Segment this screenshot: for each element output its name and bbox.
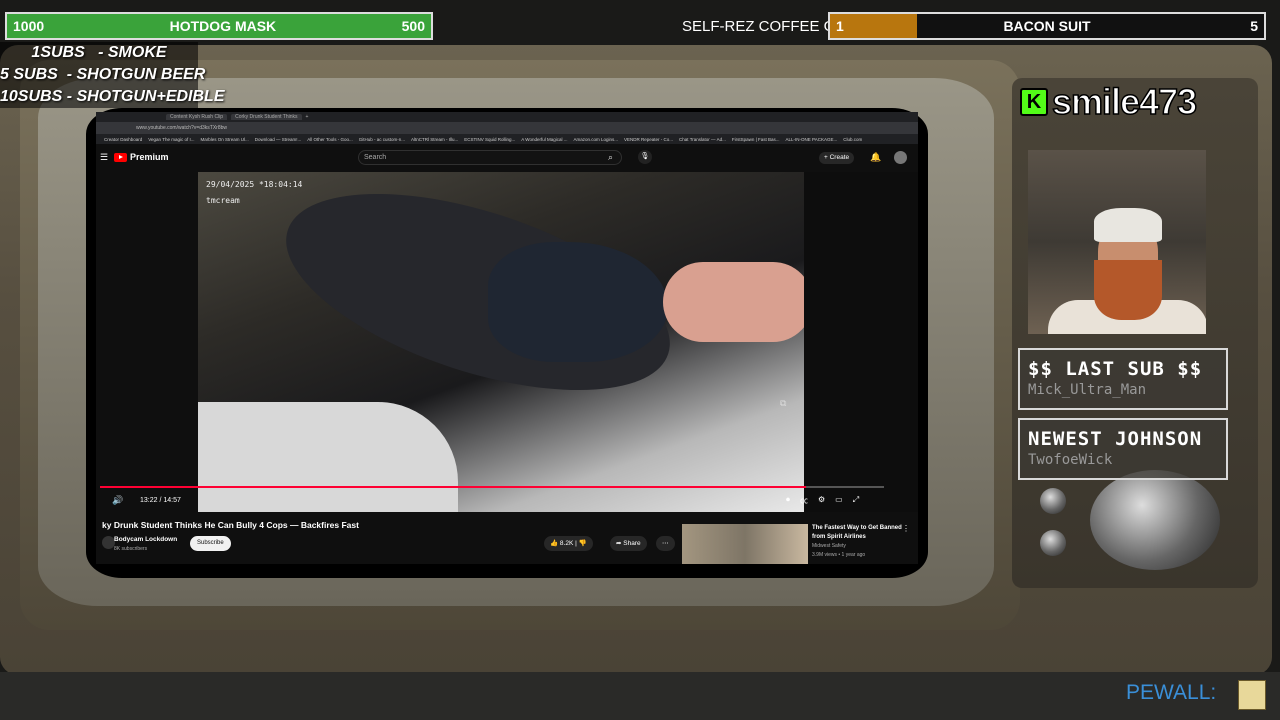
- channel-name[interactable]: Bodycam Lockdown: [114, 536, 177, 543]
- webcam-feed: [1028, 150, 1206, 334]
- goal-bar-hotdog-mask: 1000 HOTDOG MASK 500: [5, 12, 433, 40]
- tv-knob-small-2: [1040, 530, 1066, 556]
- share-button[interactable]: ➦ Share: [610, 536, 647, 551]
- bookmark-item[interactable]: Vegan The magic of I...: [148, 137, 194, 142]
- newest-johnson-name: TwofoeWick: [1028, 452, 1113, 468]
- bookmark-item[interactable]: All Other Tools - Goo...: [307, 137, 352, 142]
- goal-start: 1000: [13, 18, 45, 34]
- like-count: 8.2K: [559, 540, 574, 547]
- video-username: tmcream: [206, 196, 240, 205]
- goal-title: BACON SUIT: [1003, 18, 1091, 34]
- share-label: Share: [623, 540, 641, 547]
- paywall-label: PEWALL:: [1126, 681, 1217, 704]
- recommended-channel: Midwest Safety: [812, 543, 846, 549]
- paywall-image: [1238, 680, 1266, 710]
- fullscreen-icon[interactable]: ⤢: [853, 495, 859, 506]
- video-controls: 🔊 13:22 / 14:57 ⏺ ㏄ ⚙ ▭ ⤢: [96, 490, 918, 512]
- account-avatar[interactable]: [894, 151, 907, 164]
- settings-gear-icon[interactable]: ⚙: [818, 495, 825, 506]
- browser-window: Content Kysh Rush Clip Corky Drunk Stude…: [96, 112, 918, 564]
- create-button[interactable]: + Create: [819, 152, 855, 164]
- autoplay-toggle-icon[interactable]: ⏺: [786, 495, 790, 506]
- video-time: 13:22 / 14:57: [140, 497, 181, 504]
- mic-icon[interactable]: 🎙: [638, 150, 652, 164]
- sub-rule-5: 5 SUBS - SHOTGUN BEER: [0, 66, 206, 83]
- youtube-play-icon: [114, 152, 127, 162]
- recommended-views: 3.9M views • 1 year ago: [812, 552, 866, 558]
- ticker-text: SELF-REZ COFFEE GIVEAWAY: [682, 18, 828, 35]
- bottom-bar: [0, 672, 1280, 720]
- more-actions-button[interactable]: ⋯: [656, 536, 675, 551]
- video-timestamp: 29/04/2025 *18:04:14: [206, 180, 303, 189]
- streamer-name: smile473: [1051, 80, 1198, 123]
- newest-johnson-title: NEWEST JOHNSON: [1028, 428, 1203, 450]
- bookmarks-bar: Creator Dashboard Vegan The magic of I...…: [96, 134, 918, 144]
- last-sub-box: $$ LAST SUB $$ Mick_Ultra_Man: [1018, 348, 1228, 410]
- sub-rule-1: 1SUBS - SMOKE: [31, 44, 167, 61]
- video-progress-fill: [100, 486, 806, 488]
- goal-end: 500: [401, 18, 425, 34]
- captions-icon[interactable]: ㏄: [800, 495, 808, 506]
- bookmark-item[interactable]: Download — Stream!...: [255, 137, 302, 142]
- channel-subscriber-count: 8K subscribers: [114, 546, 148, 552]
- miniplayer-icon[interactable]: ⧉: [780, 398, 786, 409]
- address-bar[interactable]: www.youtube.com/watch?v=d3ksTXr8bw: [96, 122, 918, 134]
- video-player[interactable]: 29/04/2025 *18:04:14 tmcream ⧉: [198, 172, 804, 512]
- recommended-title[interactable]: The Fastest Way to Get Banned from Spiri…: [812, 524, 904, 542]
- menu-icon[interactable]: ☰: [100, 152, 108, 163]
- subscribe-button[interactable]: Subscribe: [190, 536, 231, 551]
- bookmark-item[interactable]: A Wonderful Magical ...: [521, 137, 567, 142]
- goal-title: HOTDOG MASK: [169, 18, 277, 34]
- bookmark-item[interactable]: Amazon.com Logins...: [573, 137, 618, 142]
- last-sub-title: $$ LAST SUB $$: [1028, 358, 1203, 380]
- youtube-logo-text: Premium: [130, 152, 169, 162]
- tv-knob-small: [1040, 488, 1066, 514]
- create-label: Create: [829, 154, 850, 161]
- bookmark-item[interactable]: Creator Dashboard: [104, 137, 142, 142]
- new-tab-button[interactable]: +: [306, 114, 309, 120]
- sidebar-background: [804, 172, 918, 512]
- bookmark-item[interactable]: GitHub - ac custom-n...: [359, 137, 405, 142]
- kick-logo-icon: K: [1020, 88, 1048, 116]
- sub-rule-10: 10SUBS - SHOTGUN+EDIBLE: [0, 88, 225, 105]
- volume-icon[interactable]: 🔊: [112, 495, 123, 506]
- sub-rules-panel: 1SUBS - SMOKE 5 SUBS - SHOTGUN BEER 10SU…: [0, 42, 225, 108]
- like-button[interactable]: 👍 8.2K | 👎: [544, 536, 593, 551]
- bookmark-item[interactable]: FirstSpawn | Fast Bas...: [732, 137, 780, 142]
- recommended-menu-icon[interactable]: ⋮: [902, 524, 910, 533]
- streamer-tag: K smile473: [1020, 80, 1198, 123]
- recommended-thumbnail[interactable]: [682, 524, 808, 564]
- player-right-controls: ⏺ ㏄ ⚙ ▭ ⤢: [786, 495, 859, 506]
- bookmark-item[interactable]: Chat Translator — Ad...: [679, 137, 726, 142]
- bookmark-item[interactable]: AltnCTRl Stream - Illu...: [411, 137, 458, 142]
- goal-end: 5: [1250, 18, 1258, 34]
- bookmark-item[interactable]: ECSTINV Squid Rolling...: [464, 137, 515, 142]
- browser-tab[interactable]: Content Kysh Rush Clip: [166, 114, 228, 120]
- bookmark-item[interactable]: Marbles On Stream Ul...: [200, 137, 248, 142]
- browser-tab-strip: Content Kysh Rush Clip Corky Drunk Stude…: [96, 112, 918, 122]
- youtube-logo[interactable]: Premium: [114, 152, 169, 162]
- bookmark-item[interactable]: VENDR Repeater - Co...: [624, 137, 673, 142]
- youtube-header: ☰ Premium Search ⌕ 🎙 + Create 🔔: [96, 144, 918, 172]
- newest-johnson-box: NEWEST JOHNSON TwofoeWick: [1018, 418, 1228, 480]
- webcam-hat: [1094, 208, 1162, 242]
- search-icon[interactable]: ⌕: [608, 152, 613, 163]
- notifications-bell-icon[interactable]: 🔔: [870, 152, 881, 163]
- tv-dial: [1090, 470, 1220, 570]
- video-title: ky Drunk Student Thinks He Can Bully 4 C…: [102, 520, 359, 530]
- video-arm: [663, 262, 804, 342]
- goal-start: 1: [836, 18, 844, 34]
- goal-bar-bacon-suit: 1 BACON SUIT 5: [828, 12, 1266, 40]
- video-gloved-hand: [488, 242, 668, 362]
- browser-tab-active[interactable]: Corky Drunk Student Thinks: [231, 114, 302, 120]
- theater-mode-icon[interactable]: ▭: [835, 495, 843, 506]
- bookmark-item[interactable]: ALL-IN-ONE PACKAGE...: [786, 137, 838, 142]
- search-input[interactable]: Search: [358, 150, 622, 165]
- last-sub-name: Mick_Ultra_Man: [1028, 382, 1147, 398]
- bookmark-item[interactable]: Club.com: [843, 137, 862, 142]
- webcam-beard: [1094, 260, 1162, 320]
